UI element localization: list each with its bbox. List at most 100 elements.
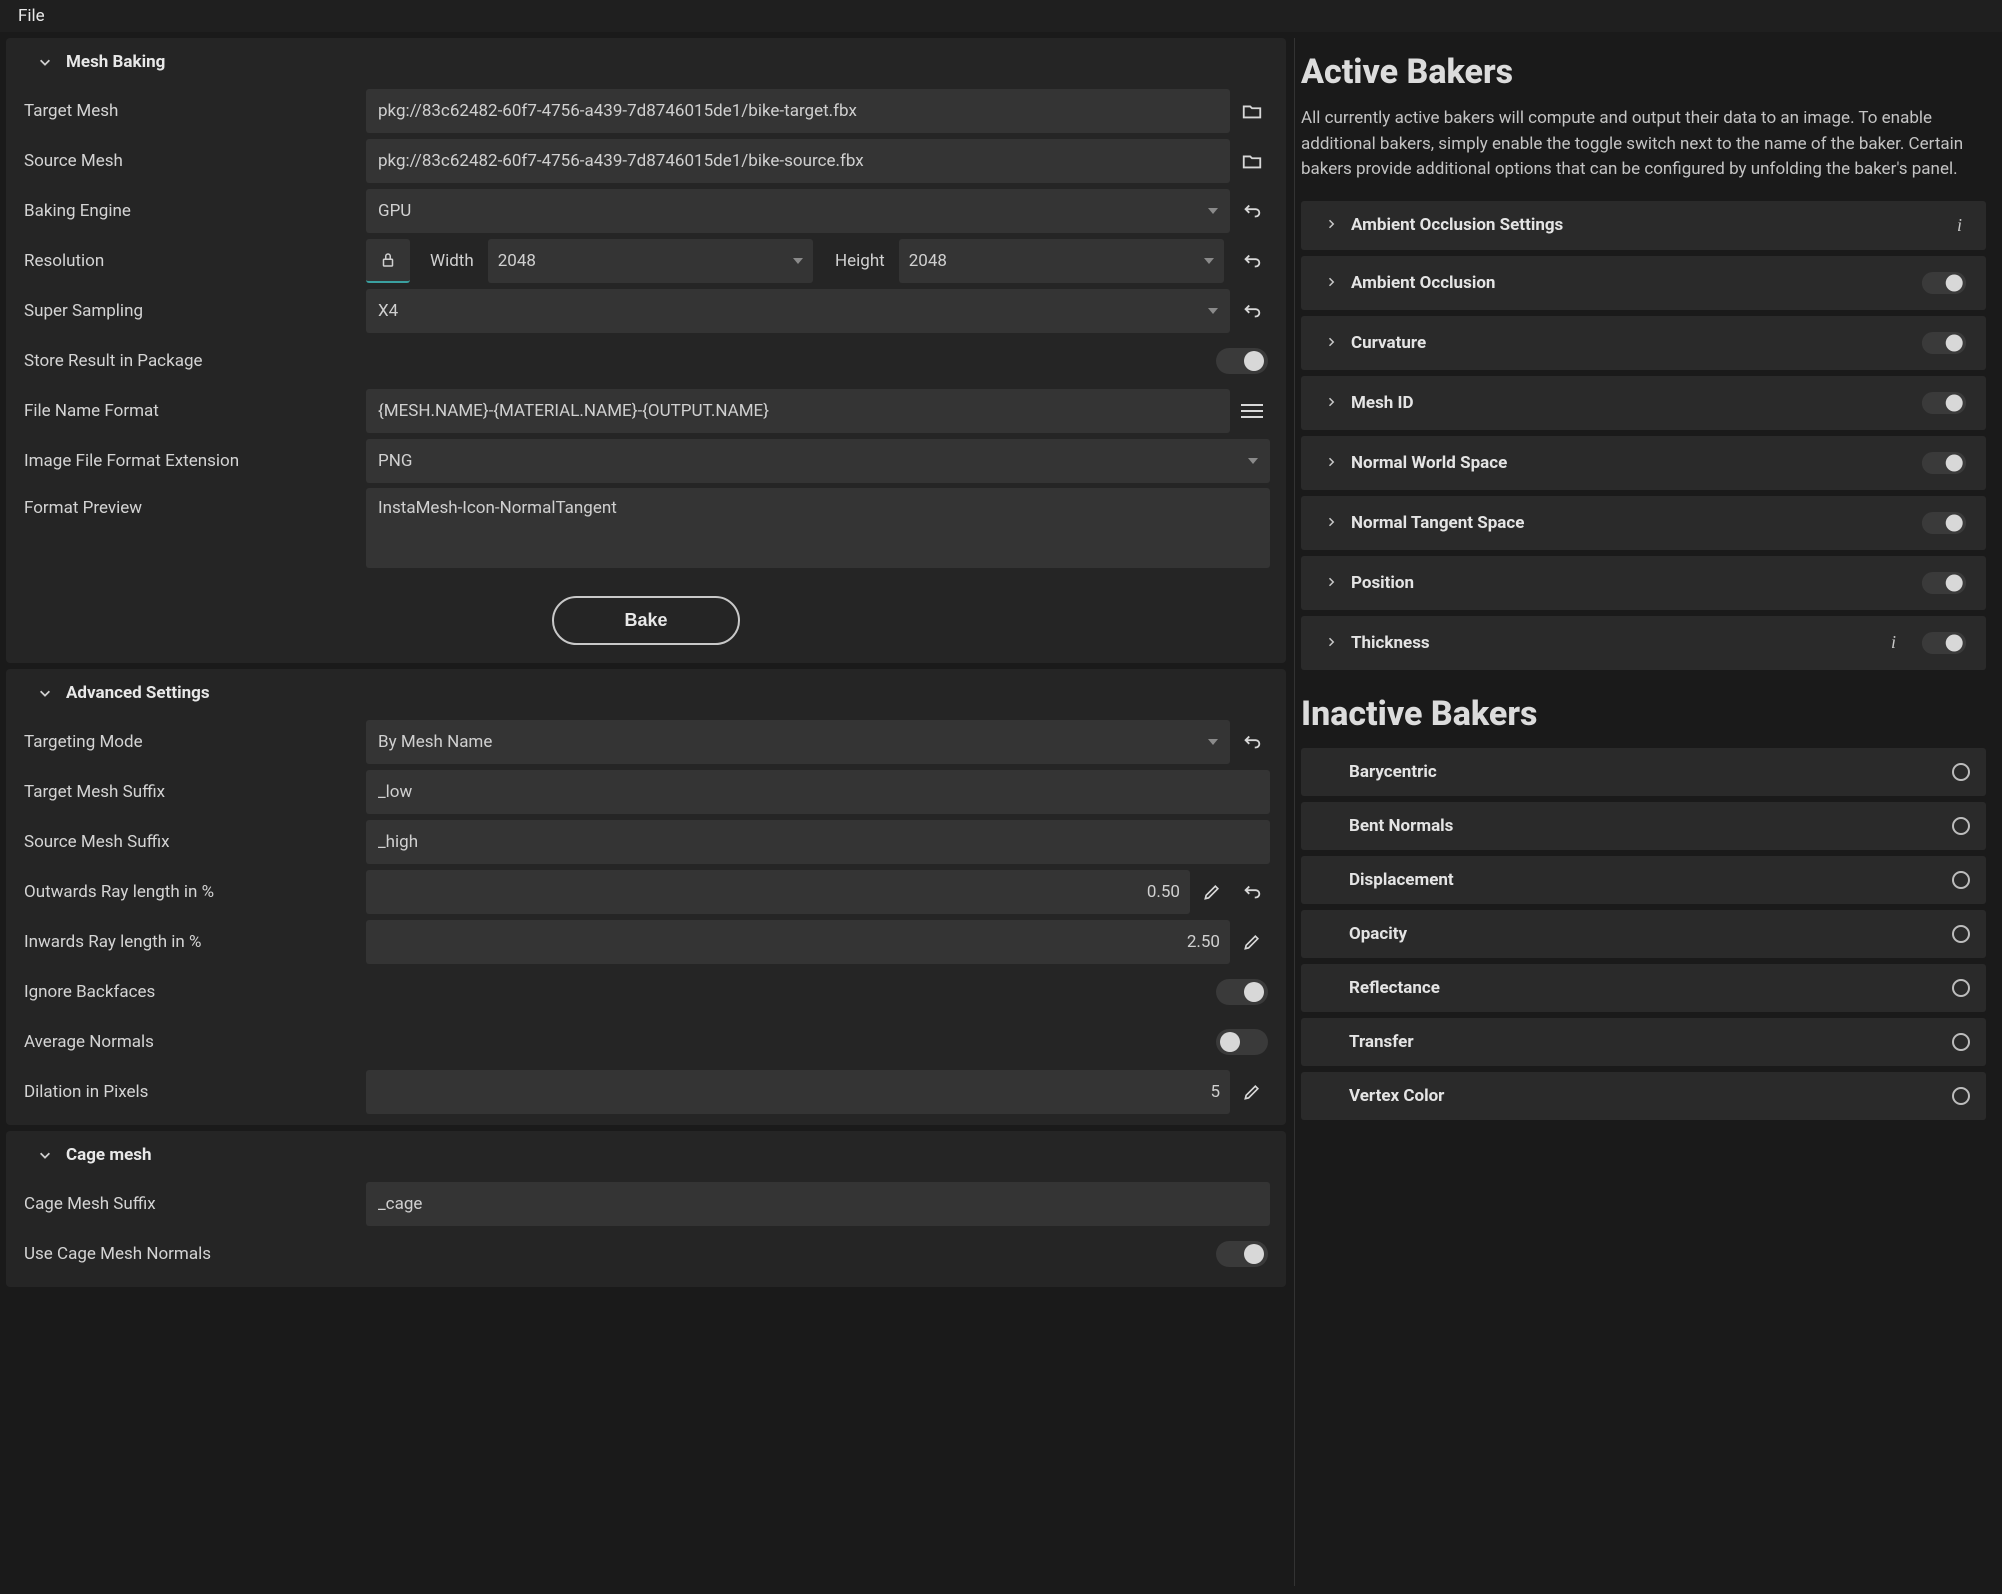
store-result-toggle[interactable] bbox=[1216, 348, 1268, 374]
lock-icon[interactable] bbox=[366, 239, 410, 283]
folder-icon[interactable] bbox=[1234, 93, 1270, 129]
cage-suffix-field[interactable]: _cage bbox=[366, 1182, 1270, 1226]
pencil-icon[interactable] bbox=[1194, 874, 1230, 910]
baker-toggle[interactable] bbox=[1922, 451, 1966, 473]
cage-title: Cage mesh bbox=[66, 1145, 152, 1165]
baker-item-curvature[interactable]: Curvature bbox=[1301, 316, 1986, 370]
chevron-down-icon bbox=[1204, 258, 1214, 264]
baker-item-opacity[interactable]: Opacity bbox=[1301, 910, 1986, 958]
active-bakers-title: Active Bakers bbox=[1301, 42, 1986, 106]
advanced-title: Advanced Settings bbox=[66, 683, 210, 703]
inwards-field[interactable]: 2.50 bbox=[366, 920, 1230, 964]
source-suffix-field[interactable]: _high bbox=[366, 820, 1270, 864]
info-icon[interactable]: i bbox=[1949, 215, 1970, 236]
reset-icon[interactable] bbox=[1234, 874, 1270, 910]
baker-item-mesh-id[interactable]: Mesh ID bbox=[1301, 376, 1986, 430]
target-mesh-field[interactable]: pkg://83c62482-60f7-4756-a439-7d8746015d… bbox=[366, 89, 1230, 133]
baker-radio[interactable] bbox=[1952, 1087, 1970, 1105]
avg-normals-toggle[interactable] bbox=[1216, 1029, 1268, 1055]
hamburger-icon[interactable] bbox=[1234, 393, 1270, 429]
baker-toggle[interactable] bbox=[1922, 511, 1966, 533]
baker-item-normal-tangent[interactable]: Normal Tangent Space bbox=[1301, 496, 1986, 550]
chevron-right-icon bbox=[1325, 633, 1337, 653]
baker-item-bent-normals[interactable]: Bent Normals bbox=[1301, 802, 1986, 850]
info-icon[interactable]: i bbox=[1883, 632, 1904, 653]
baker-radio[interactable] bbox=[1952, 1033, 1970, 1051]
baker-item-ao-settings[interactable]: Ambient Occlusion Settings i bbox=[1301, 201, 1986, 250]
baker-radio[interactable] bbox=[1952, 871, 1970, 889]
baker-radio[interactable] bbox=[1952, 925, 1970, 943]
baker-item-vertex-color[interactable]: Vertex Color bbox=[1301, 1072, 1986, 1120]
chevron-down-icon bbox=[793, 258, 803, 264]
cage-mesh-panel: Cage mesh Cage Mesh Suffix _cage Use Cag… bbox=[6, 1131, 1286, 1287]
baker-toggle[interactable] bbox=[1922, 331, 1966, 353]
use-cage-normals-toggle[interactable] bbox=[1216, 1241, 1268, 1267]
active-bakers-list: Ambient Occlusion Settings i Ambient Occ… bbox=[1301, 201, 1986, 670]
bake-button[interactable]: Bake bbox=[552, 596, 739, 645]
target-suffix-label: Target Mesh Suffix bbox=[20, 782, 360, 802]
baker-item-ambient-occlusion[interactable]: Ambient Occlusion bbox=[1301, 256, 1986, 310]
outwards-field[interactable]: 0.50 bbox=[366, 870, 1190, 914]
baker-toggle[interactable] bbox=[1922, 571, 1966, 593]
baker-item-displacement[interactable]: Displacement bbox=[1301, 856, 1986, 904]
chevron-right-icon bbox=[1325, 513, 1337, 533]
source-mesh-field[interactable]: pkg://83c62482-60f7-4756-a439-7d8746015d… bbox=[366, 139, 1230, 183]
chevron-down-icon bbox=[38, 1148, 52, 1162]
chevron-down-icon bbox=[1208, 308, 1218, 314]
menu-file[interactable]: File bbox=[18, 6, 45, 26]
baker-item-barycentric[interactable]: Barycentric bbox=[1301, 748, 1986, 796]
mesh-baking-title: Mesh Baking bbox=[66, 52, 165, 72]
folder-icon[interactable] bbox=[1234, 143, 1270, 179]
reset-icon[interactable] bbox=[1234, 293, 1270, 329]
chevron-right-icon bbox=[1325, 333, 1337, 353]
format-preview-label: Format Preview bbox=[20, 488, 360, 518]
inactive-bakers-list: Barycentric Bent Normals Displacement Op… bbox=[1301, 748, 1986, 1120]
chevron-down-icon bbox=[1208, 739, 1218, 745]
file-name-format-field[interactable]: {MESH.NAME}-{MATERIAL.NAME}-{OUTPUT.NAME… bbox=[366, 389, 1230, 433]
cage-header[interactable]: Cage mesh bbox=[6, 1131, 1286, 1179]
reset-icon[interactable] bbox=[1234, 193, 1270, 229]
targeting-mode-dropdown[interactable]: By Mesh Name bbox=[366, 720, 1230, 764]
pencil-icon[interactable] bbox=[1234, 1074, 1270, 1110]
avg-normals-label: Average Normals bbox=[20, 1032, 360, 1052]
baker-item-normal-world[interactable]: Normal World Space bbox=[1301, 436, 1986, 490]
mesh-baking-panel: Mesh Baking Target Mesh pkg://83c62482-6… bbox=[6, 38, 1286, 663]
pencil-icon[interactable] bbox=[1234, 924, 1270, 960]
dilation-field[interactable]: 5 bbox=[366, 1070, 1230, 1114]
baker-radio[interactable] bbox=[1952, 979, 1970, 997]
chevron-down-icon bbox=[1248, 458, 1258, 464]
baking-engine-label: Baking Engine bbox=[20, 201, 360, 221]
ignore-backfaces-label: Ignore Backfaces bbox=[20, 982, 360, 1002]
baker-item-transfer[interactable]: Transfer bbox=[1301, 1018, 1986, 1066]
super-sampling-dropdown[interactable]: X4 bbox=[366, 289, 1230, 333]
baking-engine-dropdown[interactable]: GPU bbox=[366, 189, 1230, 233]
chevron-right-icon bbox=[1325, 273, 1337, 293]
baker-toggle[interactable] bbox=[1922, 631, 1966, 653]
reset-icon[interactable] bbox=[1234, 724, 1270, 760]
outwards-label: Outwards Ray length in % bbox=[20, 882, 360, 902]
source-suffix-label: Source Mesh Suffix bbox=[20, 832, 360, 852]
baker-toggle[interactable] bbox=[1922, 391, 1966, 413]
chevron-right-icon bbox=[1325, 453, 1337, 473]
menubar: File bbox=[0, 0, 2002, 32]
chevron-down-icon bbox=[38, 686, 52, 700]
ignore-backfaces-toggle[interactable] bbox=[1216, 979, 1268, 1005]
height-dropdown[interactable]: 2048 bbox=[899, 239, 1224, 283]
target-suffix-field[interactable]: _low bbox=[366, 770, 1270, 814]
dilation-label: Dilation in Pixels bbox=[20, 1082, 360, 1102]
advanced-header[interactable]: Advanced Settings bbox=[6, 669, 1286, 717]
baker-radio[interactable] bbox=[1952, 817, 1970, 835]
baker-toggle[interactable] bbox=[1922, 271, 1966, 293]
baker-radio[interactable] bbox=[1952, 763, 1970, 781]
active-bakers-desc: All currently active bakers will compute… bbox=[1301, 106, 1986, 201]
reset-icon[interactable] bbox=[1234, 243, 1270, 279]
baker-item-position[interactable]: Position bbox=[1301, 556, 1986, 610]
baker-item-reflectance[interactable]: Reflectance bbox=[1301, 964, 1986, 1012]
width-dropdown[interactable]: 2048 bbox=[488, 239, 813, 283]
image-format-label: Image File Format Extension bbox=[20, 451, 360, 471]
use-cage-normals-label: Use Cage Mesh Normals bbox=[20, 1244, 360, 1264]
chevron-right-icon bbox=[1325, 573, 1337, 593]
image-format-dropdown[interactable]: PNG bbox=[366, 439, 1270, 483]
baker-item-thickness[interactable]: Thickness i bbox=[1301, 616, 1986, 670]
mesh-baking-header[interactable]: Mesh Baking bbox=[6, 38, 1286, 86]
